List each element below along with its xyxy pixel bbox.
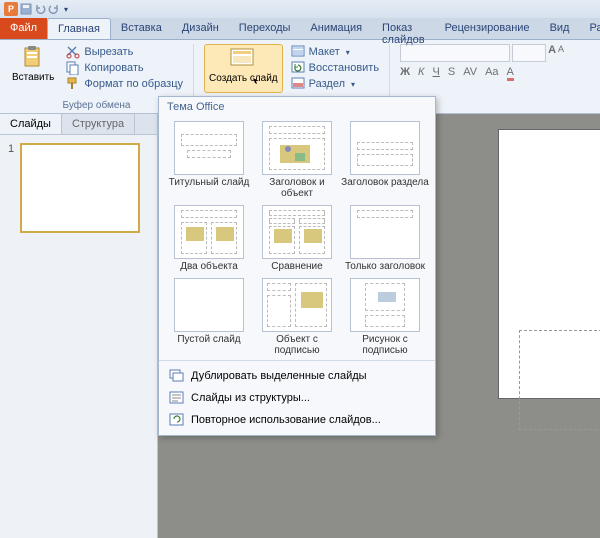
layout-caption: Титульный слайд (169, 177, 250, 188)
copy-button[interactable]: Копировать (64, 60, 185, 76)
layout-title-content[interactable]: Заголовок и объект (253, 121, 341, 199)
reset-button[interactable]: Восстановить (289, 60, 381, 76)
shrink-font-icon[interactable]: A (558, 44, 564, 62)
tab-insert[interactable]: Вставка (111, 18, 172, 39)
slide-number: 1 (8, 143, 14, 233)
layout-two-content[interactable]: Два объекта (165, 205, 253, 272)
cursor-icon (253, 78, 261, 84)
duplicate-label: Дублировать выделенные слайды (191, 370, 367, 382)
layout-caption: Заголовок и объект (253, 177, 341, 199)
copy-label: Копировать (84, 62, 143, 74)
reset-icon (291, 61, 305, 75)
italic-button[interactable]: К (418, 66, 424, 81)
layout-content-caption[interactable]: Объект с подписью (253, 278, 341, 356)
panel-tab-outline[interactable]: Структура (62, 114, 135, 134)
outline-label: Слайды из структуры... (191, 392, 310, 404)
reset-label: Восстановить (309, 62, 379, 74)
strikethrough-button[interactable]: S (448, 66, 455, 81)
font-name-combo[interactable] (400, 44, 510, 62)
tab-home[interactable]: Главная (47, 18, 111, 39)
grow-font-icon[interactable]: A (548, 44, 556, 62)
paste-button[interactable]: Вставить (8, 44, 58, 85)
qat-dropdown-icon[interactable]: ▾ (62, 5, 70, 14)
tab-slideshow[interactable]: Показ слайдов (372, 18, 435, 39)
change-case-button[interactable]: Aa (485, 66, 498, 81)
slide-canvas-white[interactable] (498, 129, 600, 399)
layout-caption: Рисунок с подписью (341, 334, 429, 356)
tab-animation[interactable]: Анимация (300, 18, 372, 39)
tab-file[interactable]: Файл (0, 18, 47, 39)
layout-comparison[interactable]: Сравнение (253, 205, 341, 272)
duplicate-icon (169, 369, 185, 383)
undo-icon[interactable] (34, 3, 46, 15)
chevron-down-icon: ▾ (349, 80, 355, 89)
tab-raskad[interactable]: Расклад (579, 18, 600, 39)
tab-review[interactable]: Рецензирование (435, 18, 540, 39)
clipboard-icon (19, 46, 47, 70)
layout-blank[interactable]: Пустой слайд (165, 278, 253, 356)
new-slide-gallery: Тема Office Титульный слайд Заголовок и … (158, 96, 436, 436)
format-painter-label: Формат по образцу (84, 78, 183, 90)
scissors-icon (66, 45, 80, 59)
format-painter-button[interactable]: Формат по образцу (64, 76, 185, 92)
new-slide-icon (229, 47, 257, 71)
reuse-label: Повторное использование слайдов... (191, 414, 381, 426)
layout-caption: Сравнение (271, 261, 322, 272)
slide-thumbnail[interactable] (20, 143, 140, 233)
bold-button[interactable]: Ж (400, 66, 410, 81)
layout-caption: Два объекта (180, 261, 238, 272)
layout-button[interactable]: Макет ▾ (289, 44, 381, 60)
gallery-theme-header: Тема Office (159, 97, 435, 117)
quick-access-toolbar: P ▾ (0, 0, 600, 18)
layout-caption: Заголовок раздела (341, 177, 429, 188)
brush-icon (66, 77, 80, 91)
cut-label: Вырезать (84, 46, 133, 58)
font-color-button[interactable]: A (507, 66, 514, 81)
paste-label: Вставить (12, 72, 54, 83)
tab-design[interactable]: Дизайн (172, 18, 229, 39)
char-spacing-button[interactable]: AV (463, 66, 477, 81)
new-slide-button[interactable]: Создать слайд (204, 44, 283, 93)
reuse-icon (169, 413, 185, 427)
section-icon (291, 77, 305, 91)
layout-caption: Объект с подписью (253, 334, 341, 356)
cut-button[interactable]: Вырезать (64, 44, 185, 60)
layout-title-only[interactable]: Только заголовок (341, 205, 429, 272)
tab-transitions[interactable]: Переходы (229, 18, 301, 39)
save-icon[interactable] (20, 3, 32, 15)
outline-icon (169, 391, 185, 405)
layout-icon (291, 45, 305, 59)
slide-panel: Слайды Структура 1 (0, 114, 158, 538)
font-size-combo[interactable] (512, 44, 546, 62)
layout-label: Макет (309, 46, 340, 58)
tab-view[interactable]: Вид (540, 18, 580, 39)
ribbon-tabs: Файл Главная Вставка Дизайн Переходы Ани… (0, 18, 600, 40)
panel-tab-slides[interactable]: Слайды (0, 114, 62, 134)
layout-section-header[interactable]: Заголовок раздела (341, 121, 429, 199)
section-button[interactable]: Раздел ▾ (289, 76, 381, 92)
layout-picture-caption[interactable]: Рисунок с подписью (341, 278, 429, 356)
slides-from-outline-item[interactable]: Слайды из структуры... (159, 387, 435, 409)
copy-icon (66, 61, 80, 75)
section-label: Раздел (309, 78, 345, 90)
layout-caption: Только заголовок (345, 261, 425, 272)
redo-icon[interactable] (48, 3, 60, 15)
underline-button[interactable]: Ч (433, 66, 440, 81)
layout-title-slide[interactable]: Титульный слайд (165, 121, 253, 199)
reuse-slides-item[interactable]: Повторное использование слайдов... (159, 409, 435, 431)
duplicate-slides-item[interactable]: Дублировать выделенные слайды (159, 365, 435, 387)
new-slide-label: Создать слайд (209, 73, 278, 84)
app-icon: P (4, 2, 18, 16)
chevron-down-icon: ▾ (344, 48, 350, 57)
layout-caption: Пустой слайд (177, 334, 240, 345)
